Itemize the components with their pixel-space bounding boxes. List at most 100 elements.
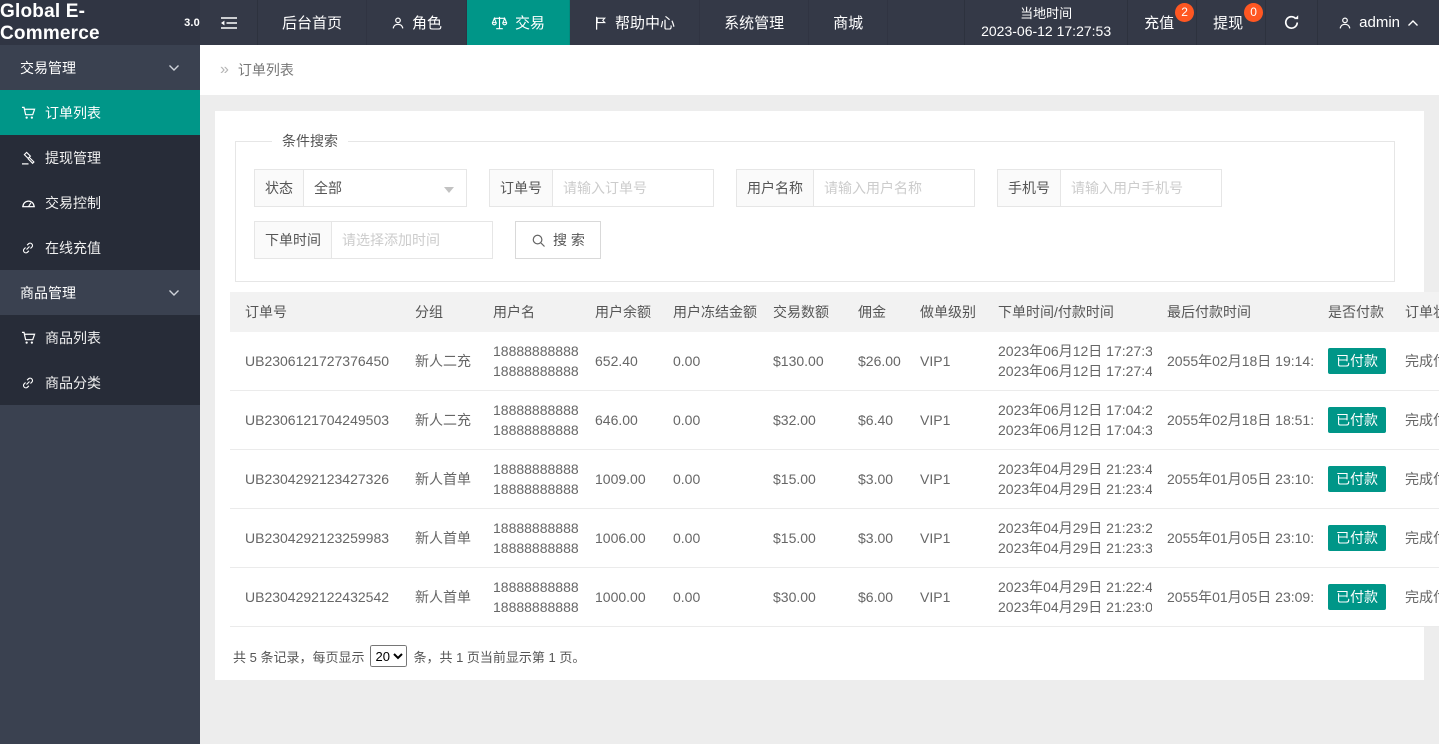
column-header: 订单号 [230, 292, 400, 332]
nav-item-home[interactable]: 后台首页 [258, 0, 368, 45]
nav-mall-label: 商城 [833, 15, 864, 32]
sidebar-item-online-recharge[interactable]: 在线充值 [0, 225, 200, 270]
cell-order-no: UB2304292123259983 [230, 508, 400, 568]
pagination: 共 5 条记录，每页显示 20 条，共 1 页当前显示第 1 页。 [233, 645, 1409, 667]
cell-paid-status: 已付款 [1313, 332, 1390, 391]
cell-order-status: 完成付款 [1390, 567, 1439, 627]
column-header: 用户余额 [580, 292, 658, 332]
table-row: UB2304292123427326 新人首单 18888888888 1888888… [230, 449, 1439, 509]
username-input[interactable] [814, 170, 974, 206]
link-icon [20, 376, 36, 390]
pagination-suffix: 条，共 1 页当前显示第 1 页。 [413, 649, 586, 665]
cell-paid-status: 已付款 [1313, 449, 1390, 509]
cell-balance: 1009.00 [580, 449, 658, 509]
nav-home-label: 后台首页 [282, 15, 343, 32]
cell-commission: $3.00 [843, 449, 905, 509]
username-field: 用户名称 [736, 169, 975, 207]
orders-table: 订单号 分组 用户名 用户余额 用户冻结金额 交易数额 佣金 做单级别 下单时间/付款时间 最后付… [230, 292, 1439, 627]
phone-input[interactable] [1061, 170, 1221, 206]
sidebar-group-goods[interactable]: 商品管理 [0, 270, 200, 315]
status-select[interactable]: 全部 [304, 170, 466, 206]
cell-order-no: UB2304292123427326 [230, 449, 400, 509]
sidebar-item-goods-category-label: 商品分类 [45, 374, 101, 391]
order-time-input[interactable] [332, 222, 492, 258]
nav-item-roles[interactable]: 角色 [367, 0, 468, 45]
local-time-value: 2023-06-12 17:27:53 [981, 22, 1112, 39]
withdraw-count-badge: 0 [1244, 3, 1264, 22]
search-button[interactable]: 搜 索 [515, 221, 601, 259]
cell-order-status: 完成付款 [1390, 508, 1439, 568]
paid-badge: 已付款 [1328, 584, 1386, 610]
cell-frozen-amount: 0.00 [658, 567, 758, 627]
nav-help-label: 帮助中心 [615, 15, 676, 32]
chevron-down-icon [168, 64, 180, 72]
cell-order-no: UB2304292122432542 [230, 567, 400, 627]
paid-badge: 已付款 [1328, 407, 1386, 433]
recharge-label: 充值 [1144, 15, 1175, 32]
search-row-2: 下单时间 搜 索 [254, 221, 1394, 259]
nav-item-mall[interactable]: 商城 [809, 0, 889, 45]
user-name: admin [1359, 14, 1400, 31]
top-nav: 后台首页 角色 交易 帮助中心 系统管理 商城 [258, 0, 889, 45]
cell-balance: 1000.00 [580, 567, 658, 627]
table-row: UB2306121704249503 新人二充 18888888888 1888888… [230, 390, 1439, 450]
withdraw-button[interactable]: 提现 0 [1196, 0, 1265, 45]
cell-username: 18888888888 18888888888 [478, 567, 580, 627]
cell-order-status: 完成付款 [1390, 390, 1439, 450]
cell-level: VIP1 [905, 390, 983, 450]
brand-name: Global E-Commerce [0, 0, 100, 44]
select-caret-icon [444, 187, 454, 193]
gavel-icon [20, 151, 36, 165]
sidebar-item-withdraw-mgmt[interactable]: 提现管理 [0, 135, 200, 180]
column-header: 用户名 [478, 292, 580, 332]
pagination-prefix: 共 5 条记录，每页显示 [233, 649, 365, 665]
main-area: » 订单列表 条件搜索 状态 全部 订单号 请输入订单号 用户名称 请输入用户名… [200, 45, 1439, 744]
cell-order-status: 完成付款 [1390, 332, 1439, 391]
chevron-down-icon [168, 289, 180, 297]
recharge-count-badge: 2 [1175, 3, 1195, 22]
search-icon [531, 233, 546, 248]
cell-balance: 1006.00 [580, 508, 658, 568]
brand-logo: Global E-Commerce 3.0 [0, 0, 200, 45]
cell-trade-amount: $15.00 [758, 508, 843, 568]
refresh-button[interactable] [1265, 0, 1317, 45]
cell-level: VIP1 [905, 449, 983, 509]
sidebar-item-goods-category[interactable]: 商品分类 [0, 360, 200, 405]
cell-commission: $3.00 [843, 508, 905, 568]
outdent-icon [220, 16, 238, 30]
table-row: UB2304292122432542 新人首单 18888888888 1888888… [230, 567, 1439, 627]
withdraw-label: 提现 [1213, 15, 1244, 32]
sidebar-item-order-list-label: 订单列表 [45, 104, 101, 121]
chevron-up-icon [1407, 19, 1419, 27]
cell-order-no: UB2306121704249503 [230, 390, 400, 450]
person-icon [391, 16, 405, 30]
page-size-select[interactable]: 20 [370, 645, 408, 667]
link-icon [20, 241, 36, 255]
user-menu[interactable]: admin [1317, 0, 1439, 45]
nav-item-help[interactable]: 帮助中心 [570, 0, 701, 45]
nav-item-trade[interactable]: 交易 [467, 0, 571, 45]
column-header: 订单状态 [1390, 292, 1439, 332]
sidebar-item-order-list[interactable]: 订单列表 [0, 90, 200, 135]
paid-badge: 已付款 [1328, 466, 1386, 492]
order-no-input[interactable] [553, 170, 713, 206]
header-right: 当地时间 2023-06-12 17:27:53 充值 2 提现 0 admin [964, 0, 1439, 45]
sidebar-group-trade-label: 交易管理 [20, 59, 76, 76]
local-time-label: 当地时间 [1020, 5, 1073, 21]
column-header: 分组 [400, 292, 478, 332]
column-header: 交易数额 [758, 292, 843, 332]
status-select-value: 全部 [314, 180, 342, 196]
sidebar-item-goods-list[interactable]: 商品列表 [0, 315, 200, 360]
nav-item-system[interactable]: 系统管理 [700, 0, 810, 45]
refresh-icon [1283, 14, 1300, 31]
sidebar-collapse-button[interactable] [200, 0, 258, 45]
sidebar-item-trade-control[interactable]: 交易控制 [0, 180, 200, 225]
recharge-button[interactable]: 充值 2 [1127, 0, 1196, 45]
sidebar-group-trade[interactable]: 交易管理 [0, 45, 200, 90]
cell-level: VIP1 [905, 508, 983, 568]
phone-field: 手机号 [997, 169, 1222, 207]
cell-frozen-amount: 0.00 [658, 508, 758, 568]
breadcrumb-current: 订单列表 [237, 62, 294, 78]
cell-group: 新人首单 [400, 508, 478, 568]
table-row: UB2304292123259983 新人首单 18888888888 1888888… [230, 508, 1439, 568]
